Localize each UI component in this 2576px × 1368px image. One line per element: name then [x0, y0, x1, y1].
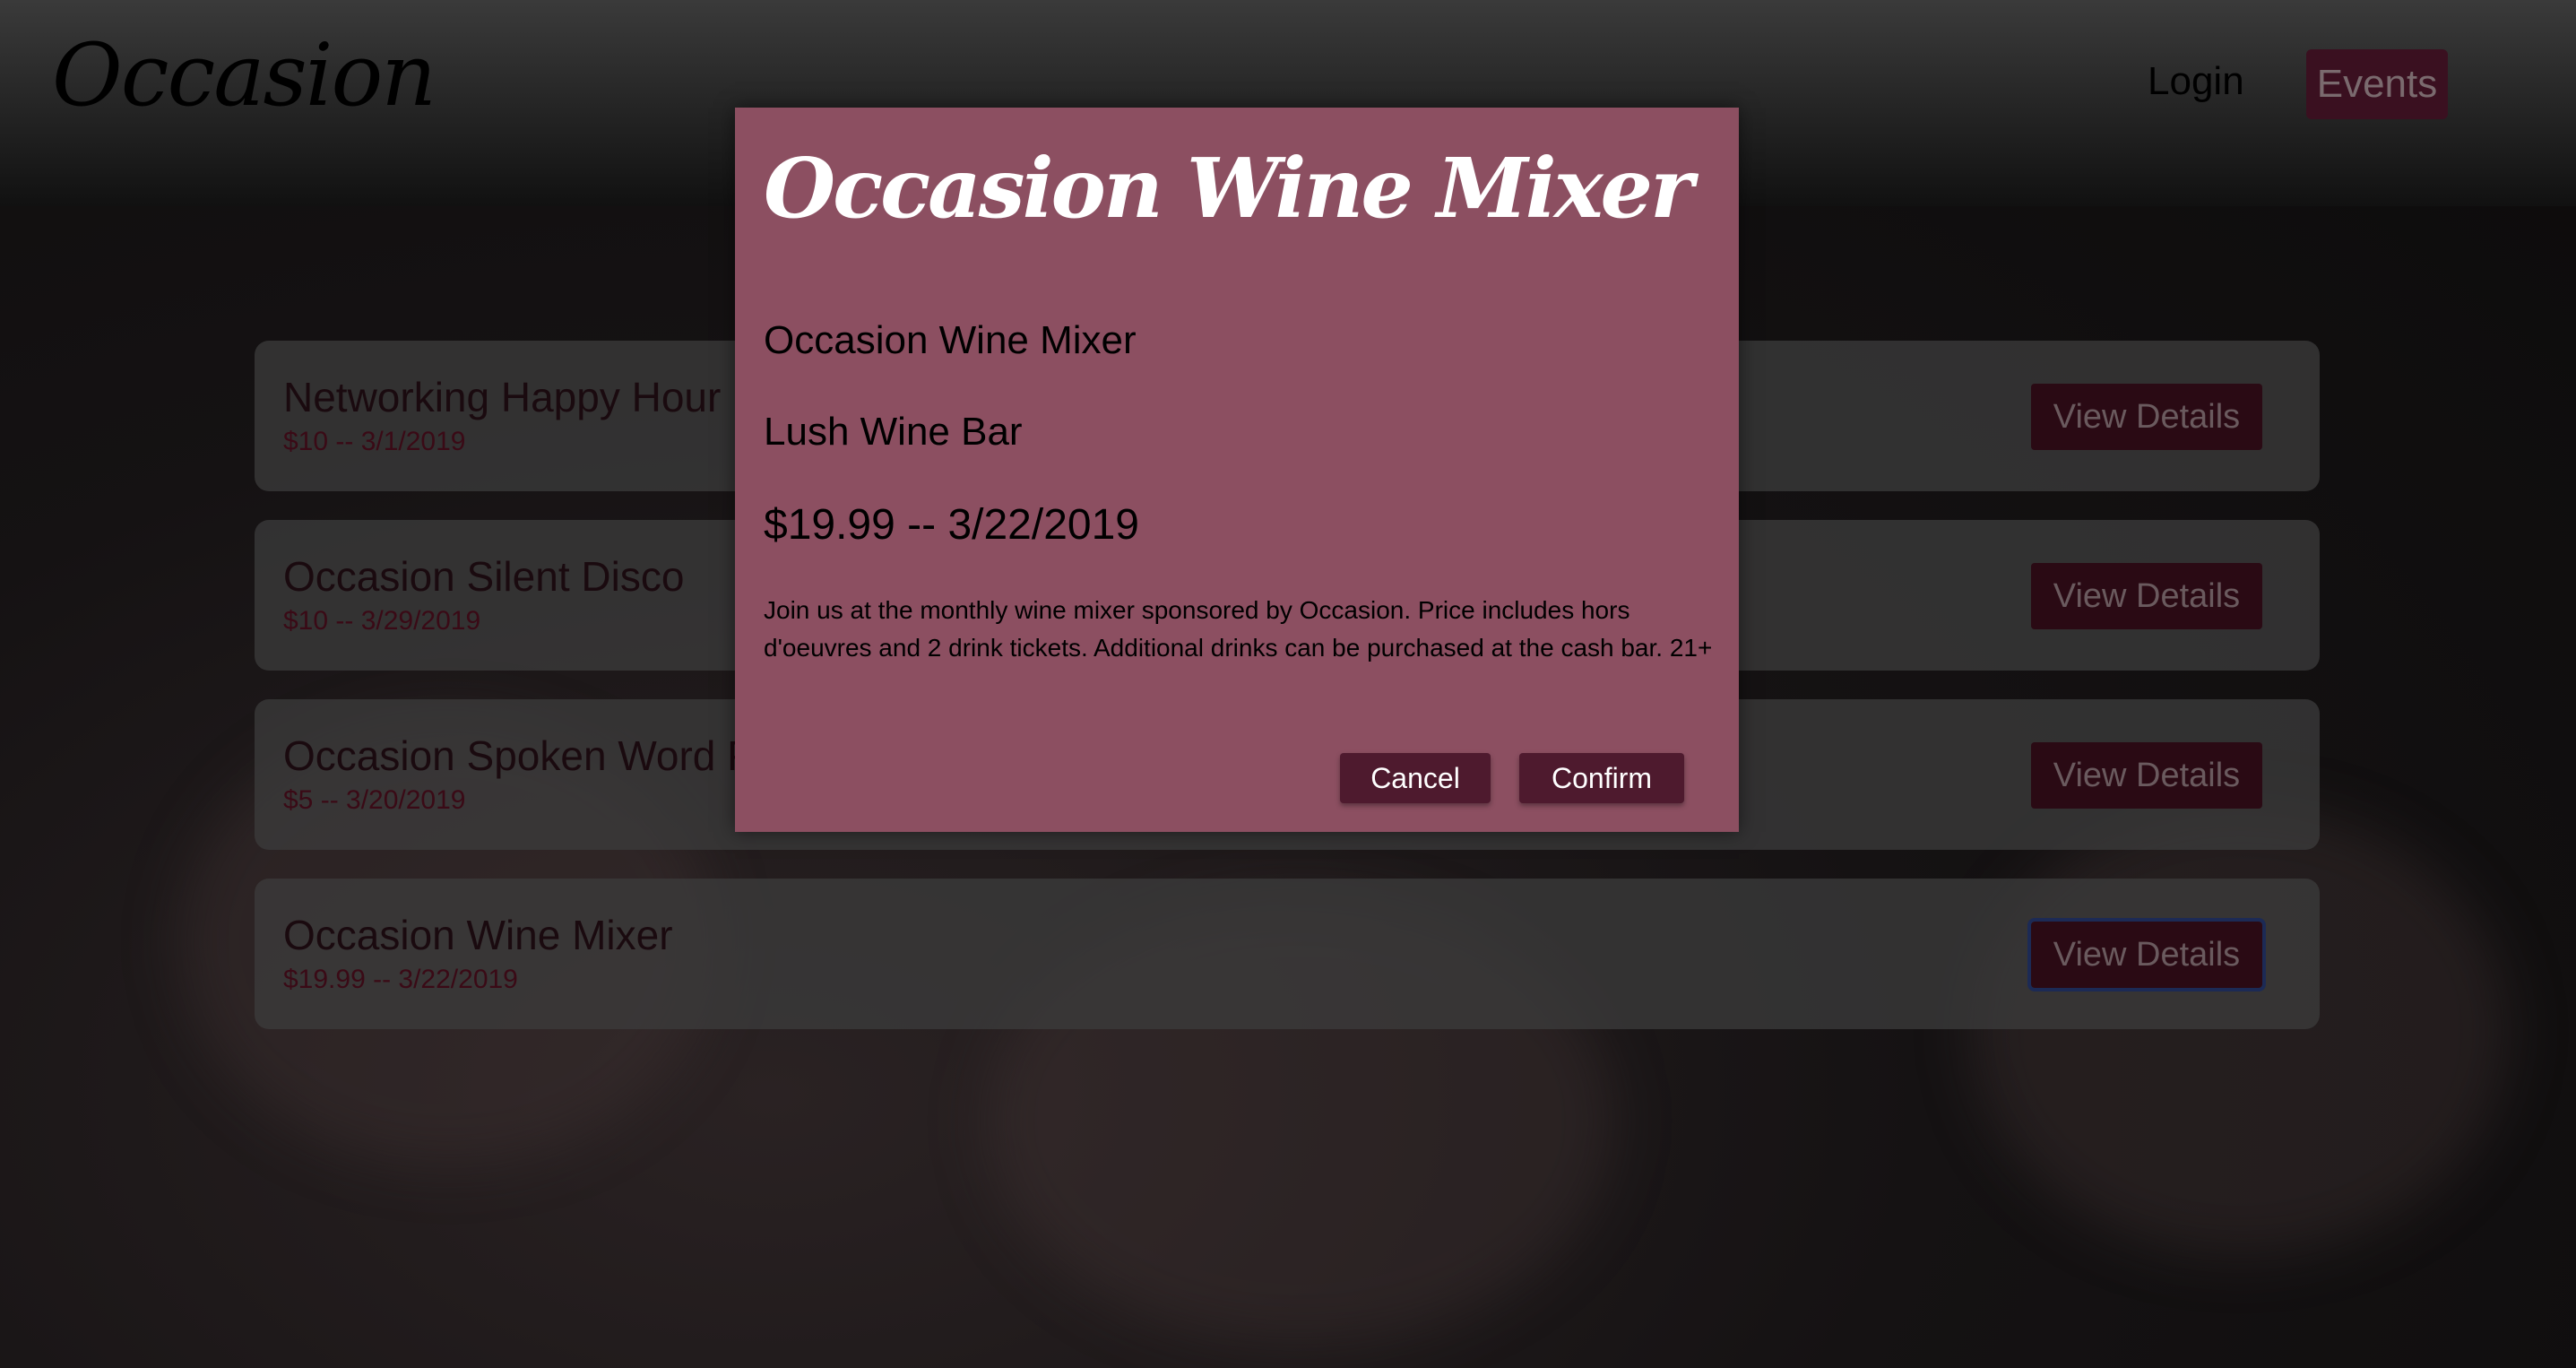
events-button[interactable]: Events: [2306, 49, 2448, 119]
view-details-button[interactable]: View Details: [2027, 918, 2266, 991]
modal-event-name: Occasion Wine Mixer: [764, 318, 1137, 362]
view-details-button[interactable]: View Details: [2031, 384, 2262, 450]
event-price-date: $19.99 -- 3/22/2019: [283, 965, 518, 994]
event-details-modal: Occasion Wine Mixer Occasion Wine Mixer …: [735, 108, 1739, 832]
confirm-button[interactable]: Confirm: [1519, 753, 1684, 803]
event-name: Occasion Silent Disco: [283, 553, 685, 600]
cancel-button[interactable]: Cancel: [1340, 753, 1491, 803]
modal-price-date: $19.99 -- 3/22/2019: [764, 501, 1139, 549]
event-price-date: $5 -- 3/20/2019: [283, 785, 466, 815]
modal-title: Occasion Wine Mixer: [764, 140, 1694, 237]
background-blob: [1972, 807, 2510, 1255]
login-link[interactable]: Login: [2148, 59, 2244, 104]
event-card: Occasion Wine Mixer $19.99 -- 3/22/2019 …: [255, 879, 2320, 1029]
logo[interactable]: Occasion: [52, 25, 437, 126]
event-price-date: $10 -- 3/1/2019: [283, 427, 466, 456]
event-name: Networking Happy Hour: [283, 374, 722, 420]
event-price-date: $10 -- 3/29/2019: [283, 606, 481, 636]
modal-description: Join us at the monthly wine mixer sponso…: [764, 596, 1713, 662]
view-details-button[interactable]: View Details: [2031, 563, 2262, 629]
modal-venue: Lush Wine Bar: [764, 410, 1023, 454]
view-details-button[interactable]: View Details: [2031, 742, 2262, 809]
event-name: Occasion Wine Mixer: [283, 912, 673, 958]
